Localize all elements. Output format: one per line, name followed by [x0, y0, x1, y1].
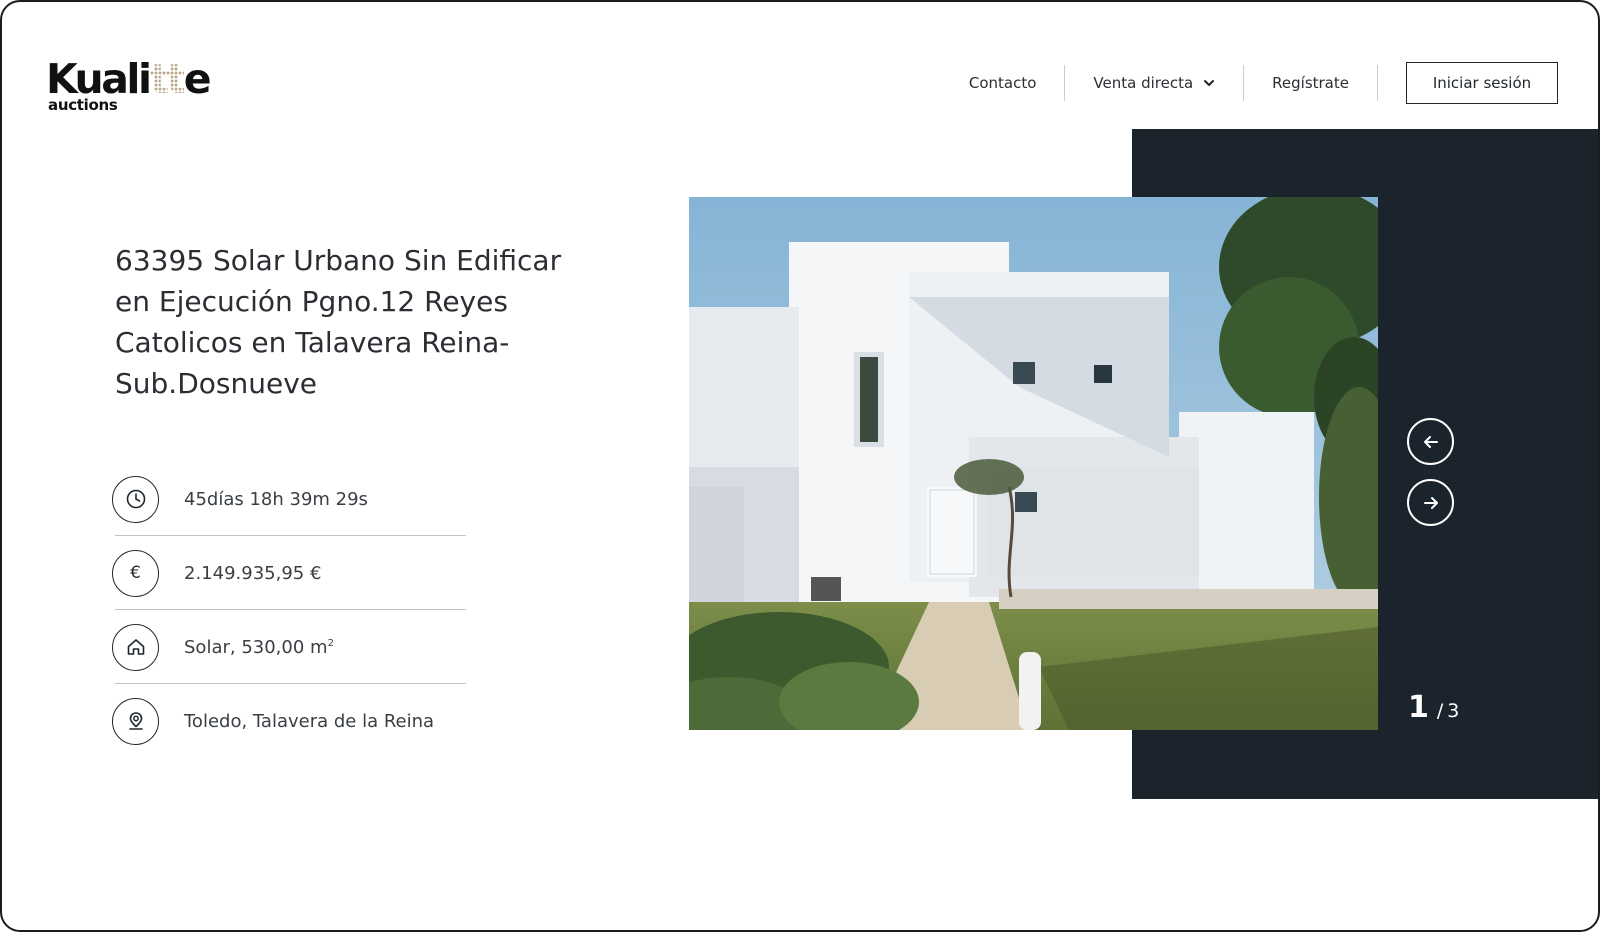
detail-row-time: 45días 18h 39m 29s: [112, 462, 466, 536]
detail-row-surface: Solar, 530,00 m2: [112, 610, 466, 684]
nav-register-link[interactable]: Regístrate: [1244, 74, 1377, 92]
euro-symbol: €: [130, 563, 141, 583]
surface-text: Solar, 530,00 m2: [184, 637, 334, 658]
clock-icon: [112, 475, 159, 523]
euro-icon: €: [112, 549, 159, 597]
brand-logo[interactable]: Kualitte auctions: [46, 56, 216, 118]
carousel-separator: /: [1436, 700, 1444, 722]
carousel-counter: 1 / 3: [1408, 690, 1459, 725]
arrow-left-icon: [1423, 435, 1438, 448]
carousel-current: 1: [1408, 690, 1429, 725]
location-text: Toledo, Talavera de la Reina: [184, 710, 435, 732]
carousel-prev-button[interactable]: [1407, 418, 1454, 465]
listing-details: 45días 18h 39m 29s € 2.149.935,95 € Sola…: [112, 462, 466, 758]
carousel-total: 3: [1447, 700, 1460, 722]
login-button[interactable]: Iniciar sesión: [1406, 62, 1558, 104]
detail-row-location: Toledo, Talavera de la Reina: [112, 684, 466, 758]
logo-subtitle: auctions: [48, 96, 118, 114]
nav-direct-sale-label: Venta directa: [1093, 74, 1194, 92]
carousel-next-button[interactable]: [1407, 479, 1454, 526]
location-pin-icon: [112, 697, 159, 745]
main-nav: Contacto Venta directa Regístrate Inicia…: [941, 62, 1558, 104]
property-photo: [689, 197, 1378, 730]
nav-direct-sale-dropdown[interactable]: Venta directa: [1065, 74, 1243, 92]
logo-part-c: e: [183, 55, 212, 103]
logo-part-dotted: tt: [149, 55, 187, 103]
chevron-down-icon: [1204, 80, 1215, 86]
time-left-text: 45días 18h 39m 29s: [184, 488, 368, 510]
detail-row-price: € 2.149.935,95 €: [112, 536, 466, 610]
price-text: 2.149.935,95 €: [184, 562, 322, 584]
surface-value: Solar, 530,00 m: [184, 636, 328, 658]
surface-unit-superscript: 2: [327, 637, 334, 649]
nav-divider: [1377, 65, 1378, 101]
nav-contact-link[interactable]: Contacto: [941, 74, 1065, 92]
page-frame: Kualitte auctions Contacto Venta directa…: [0, 0, 1600, 932]
house-image: [689, 197, 1378, 730]
arrow-right-icon: [1423, 496, 1438, 509]
listing-title: 63395 Solar Urbano Sin Edificar en Ejecu…: [115, 244, 562, 400]
house-icon: [112, 623, 159, 671]
